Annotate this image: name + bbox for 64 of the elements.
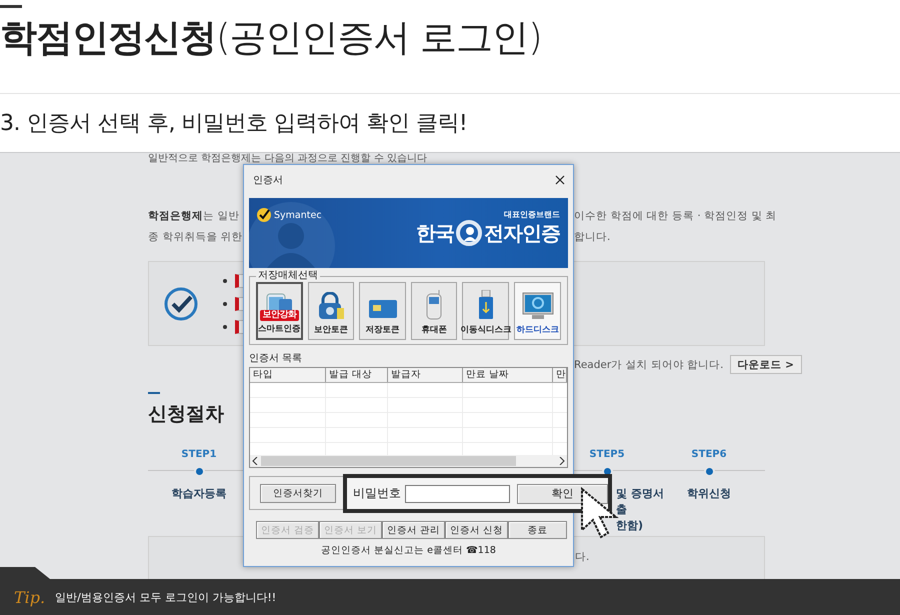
monitor-icon xyxy=(522,292,554,320)
action-button[interactable]: 인증서 신청 xyxy=(445,521,508,539)
column-header[interactable]: 타입 xyxy=(250,368,326,382)
confirm-button[interactable]: 확인 xyxy=(517,484,608,504)
column-header[interactable]: 발급자 xyxy=(388,368,463,382)
list-label: 인증서 목록 xyxy=(249,353,304,365)
step-number: STEP1 xyxy=(181,449,217,461)
step-dot xyxy=(704,466,714,477)
check-circle-icon xyxy=(163,286,199,322)
download-button[interactable]: 다운로드 > xyxy=(730,355,802,374)
vendor-name: Symantec xyxy=(274,210,322,220)
storage-option[interactable]: 보안강화 스마트인증 xyxy=(256,282,303,340)
usb-drive-icon xyxy=(478,290,494,320)
column-header[interactable]: 발급 대상 xyxy=(326,368,388,382)
step-number: STEP5 xyxy=(589,449,625,461)
bullet-icon xyxy=(223,302,227,306)
bullet-icon xyxy=(223,278,227,282)
checkmark-logo-icon xyxy=(256,207,272,223)
brand-name: 한국 xyxy=(416,220,454,246)
close-icon[interactable] xyxy=(555,175,565,185)
step-label: 학습자등록 xyxy=(172,486,226,502)
intro-text: 일반적으로 학점은행제는 다음의 과정으로 진행할 수 있습니다 xyxy=(148,154,428,164)
action-button[interactable]: 종료 xyxy=(508,521,568,539)
notice-text: 다. xyxy=(575,550,590,564)
storage-option[interactable]: 이동식디스크 xyxy=(462,282,510,340)
footer-text: 공인인증서 분실신고는 e콜센터 ☎118 xyxy=(320,544,497,558)
page-title: 학점인정신청(공인인증서 로그인) xyxy=(0,16,543,60)
step-dot xyxy=(194,466,204,477)
find-certificate-button[interactable]: 인증서찾기 xyxy=(260,484,336,502)
storage-option[interactable]: 보안토큰 xyxy=(308,282,354,340)
password-field[interactable] xyxy=(405,484,510,502)
step-number: STEP6 xyxy=(691,449,727,461)
column-header[interactable]: 만 xyxy=(553,368,567,382)
paragraph-text: 종 학위취득을 위한 xyxy=(148,230,243,244)
step-label: 및 증명서 xyxy=(616,486,664,502)
storage-option[interactable]: 휴대폰 xyxy=(410,282,458,340)
paragraph-text: 학점은행제는 일반 xyxy=(148,208,240,222)
tip-label: Tip. xyxy=(14,588,46,607)
horizontal-scrollbar[interactable] xyxy=(250,455,567,467)
storage-option[interactable]: 저장토큰 xyxy=(359,282,406,340)
mobile-phone-icon xyxy=(424,290,444,320)
column-header[interactable]: 만료 날짜 xyxy=(463,368,553,382)
step-label: 한함) xyxy=(616,518,644,534)
bullet-icon xyxy=(223,324,227,328)
reader-notice: Reader가 설치 되어야 합니다. xyxy=(574,358,724,372)
step-label: 학위신청 xyxy=(687,486,731,502)
step-instruction: 3. 인증서 선택 후, 비밀번호 입력하여 확인 클릭! xyxy=(0,110,468,138)
chevron-left-icon[interactable] xyxy=(252,457,258,465)
password-label: 비밀번호 xyxy=(353,485,401,502)
brand-name: 전자인증 xyxy=(484,220,560,246)
procedure-heading: 신청절차 xyxy=(148,403,225,425)
tip-text: 일반/범용인증서 모두 로그인이 가능합니다!! xyxy=(55,590,276,605)
window-title: 인증서 xyxy=(253,174,283,187)
storage-option[interactable]: 하드디스크 xyxy=(514,282,561,340)
paragraph-text: 합니다. xyxy=(574,230,610,244)
chip-card-icon xyxy=(368,298,398,320)
c-logo-icon xyxy=(456,220,482,246)
chevron-right-icon[interactable] xyxy=(559,457,565,465)
action-button[interactable]: 인증서 관리 xyxy=(382,521,446,539)
step-label: 출 xyxy=(616,502,627,518)
security-badge: 보안강화 xyxy=(260,310,299,321)
brand-tagline: 대표인증브랜드 xyxy=(504,210,560,220)
paragraph-text: 이수한 학점에 대한 등록 · 학점인정 및 최 xyxy=(574,208,777,222)
group-label: 저장매체선택 xyxy=(257,270,319,282)
